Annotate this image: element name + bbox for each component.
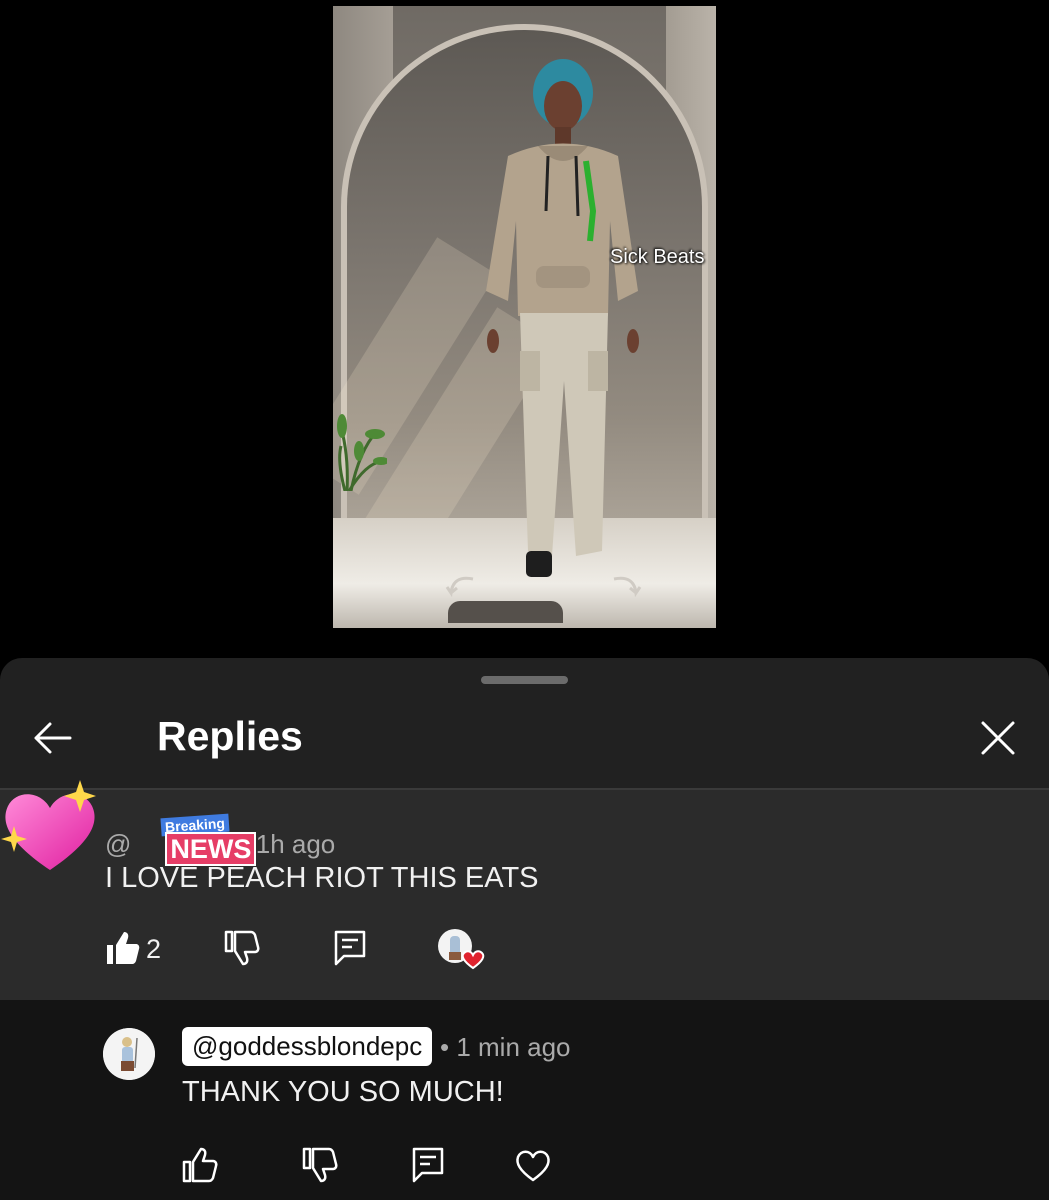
badge-news-text: NEWS bbox=[165, 832, 257, 866]
close-icon bbox=[981, 721, 1015, 755]
plant-image bbox=[337, 414, 387, 491]
comment-text: I LOVE PEACH RIOT THIS EATS bbox=[105, 862, 539, 894]
replies-sheet: Replies @ Breaking NEWS • 1h ago I LOVE … bbox=[0, 658, 1049, 1200]
heart-icon[interactable] bbox=[513, 1145, 553, 1185]
comment-author[interactable]: @ Breaking NEWS • 1h ago bbox=[105, 813, 335, 866]
drag-handle[interactable] bbox=[481, 676, 568, 684]
reply-comment: @goddessblondepc • 1 min ago THANK YOU S… bbox=[0, 1000, 1049, 1200]
sheet-title: Replies bbox=[157, 713, 303, 759]
reply-timestamp: • 1 min ago bbox=[440, 1032, 571, 1062]
like-button-filled-icon[interactable] bbox=[103, 928, 143, 968]
rotate-left-icon[interactable] bbox=[443, 571, 479, 601]
dislike-icon[interactable] bbox=[222, 928, 262, 968]
at-sign: @ bbox=[105, 829, 132, 859]
back-button[interactable] bbox=[28, 713, 78, 763]
rotate-right-icon[interactable] bbox=[608, 571, 644, 601]
sparkling-heart-icon[interactable] bbox=[0, 778, 100, 878]
cas-controls-bar[interactable] bbox=[448, 601, 563, 623]
like-icon[interactable] bbox=[180, 1145, 220, 1185]
creator-heart-icon bbox=[438, 929, 485, 970]
breaking-news-badge: Breaking NEWS bbox=[133, 813, 257, 866]
reply-comment-icon[interactable] bbox=[408, 1145, 448, 1185]
arrow-left-icon bbox=[34, 722, 72, 754]
video-overlay-text: Sick Beats bbox=[610, 246, 705, 268]
avatar[interactable] bbox=[103, 1028, 155, 1080]
video-player[interactable]: Sick Beats bbox=[333, 6, 716, 628]
parent-comment: @ Breaking NEWS • 1h ago I LOVE PEACH RI… bbox=[0, 780, 1049, 1000]
reply-text: THANK YOU SO MUCH! bbox=[182, 1076, 504, 1108]
like-count: 2 bbox=[146, 934, 162, 964]
close-button[interactable] bbox=[973, 713, 1023, 763]
reply-comment-icon[interactable] bbox=[330, 928, 370, 968]
sim-character-image bbox=[486, 59, 639, 577]
reply-author-handle[interactable]: @goddessblondepc bbox=[182, 1027, 433, 1066]
dislike-icon[interactable] bbox=[300, 1145, 340, 1185]
